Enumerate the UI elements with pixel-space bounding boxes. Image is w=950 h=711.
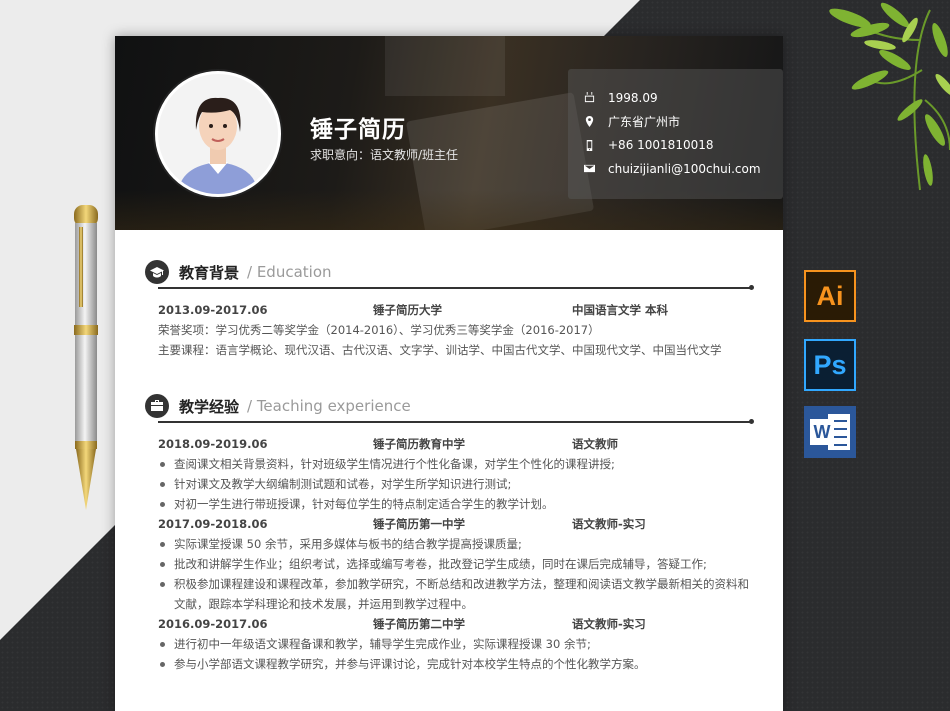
contact-email: chuizijianli@100chui.com [584, 157, 783, 181]
contact-location: 广东省广州市 [584, 110, 783, 134]
list-item: 实际课堂授课 50 余节，采用多媒体与板书的结合教学提高授课质量; [158, 534, 752, 554]
avatar [155, 71, 281, 197]
illustrator-label: Ai [816, 280, 844, 311]
experience-subtitle: / Teaching experience [247, 397, 411, 415]
list-item: 针对课文及教学大纲编制测试题和试卷，对学生所学知识进行测试; [158, 474, 752, 494]
resume-header: 锤子简历 求职意向：语文教师/班主任 1998.09 广东省广州市 +86 10… [115, 36, 783, 230]
job-entry-1: 2018.09-2019.06 锤子简历教育中学 语文教师 查阅课文相关背景资料… [145, 434, 752, 514]
contact-birth: 1998.09 [584, 86, 783, 110]
word-icon: W [804, 406, 856, 458]
calendar-icon [584, 92, 595, 103]
resume-name: 锤子简历 [310, 117, 406, 143]
list-item: 积极参加课程建设和课程改革，参加教学研究，不断总结和改进教学方法，整理和阅读语文… [158, 574, 752, 614]
job-objective: 求职意向：语文教师/班主任 [310, 148, 459, 162]
photoshop-label: Ps [813, 349, 847, 380]
contact-phone: +86 1001810018 [584, 133, 783, 157]
education-honors: 荣誉奖项：学习优秀二等奖学金（2014-2016）、学习优秀三等奖学金（2016… [158, 323, 600, 337]
education-courses: 主要课程：语言学概论、现代汉语、古代汉语、文字学、训诂学、中国古代文学、中国现代… [158, 343, 722, 357]
illustrator-icon: Ai [804, 270, 856, 322]
experience-title: 教学经验 [179, 398, 240, 416]
location-pin-icon [585, 116, 594, 128]
avatar-photo [158, 74, 278, 194]
list-item: 参与小学部语文课程教学研究，并参与评课讨论，完成针对本校学生特点的个性化教学方案… [158, 654, 752, 674]
section-divider [158, 285, 754, 290]
word-label: W [810, 419, 834, 445]
job-entry-2: 2017.09-2018.06 锤子简历第一中学 语文教师-实习 实际课堂授课 … [145, 514, 752, 614]
education-section: 教育背景 / Education 2013.09-2017.06 锤子简历大学 … [145, 258, 754, 360]
education-title: 教育背景 [179, 264, 240, 282]
education-subtitle: / Education [247, 263, 332, 281]
resume-paper: 锤子简历 求职意向：语文教师/班主任 1998.09 广东省广州市 +86 10… [115, 36, 783, 711]
envelope-icon [584, 165, 595, 173]
contact-box: 1998.09 广东省广州市 +86 1001810018 chuizijian… [568, 69, 783, 199]
list-item: 查阅课文相关背景资料，针对班级学生情况进行个性化备课，对学生个性化的课程讲授; [158, 454, 752, 474]
mobile-phone-icon [586, 139, 593, 151]
list-item: 进行初中一年级语文课程备课和教学，辅导学生完成作业，实际课程授课 30 余节; [158, 634, 752, 654]
section-divider [158, 419, 754, 424]
photoshop-icon: Ps [804, 339, 856, 391]
pen-decoration [74, 205, 98, 510]
experience-section: 教学经验 / Teaching experience 2018.09-2019.… [145, 392, 754, 674]
job-entry-3: 2016.09-2017.06 锤子简历第二中学 语文教师-实习 进行初中一年级… [145, 614, 752, 674]
plant-decoration [829, 2, 950, 191]
graduation-cap-icon [145, 260, 169, 284]
education-entry: 2013.09-2017.06 锤子简历大学 中国语言文学 本科 [158, 303, 669, 317]
list-item: 对初一学生进行带班授课，针对每位学生的特点制定适合学生的教学计划。 [158, 494, 752, 514]
briefcase-icon [145, 394, 169, 418]
list-item: 批改和讲解学生作业；组织考试，选择或编写考卷，批改登记学生成绩，同时在课后完成辅… [158, 554, 752, 574]
